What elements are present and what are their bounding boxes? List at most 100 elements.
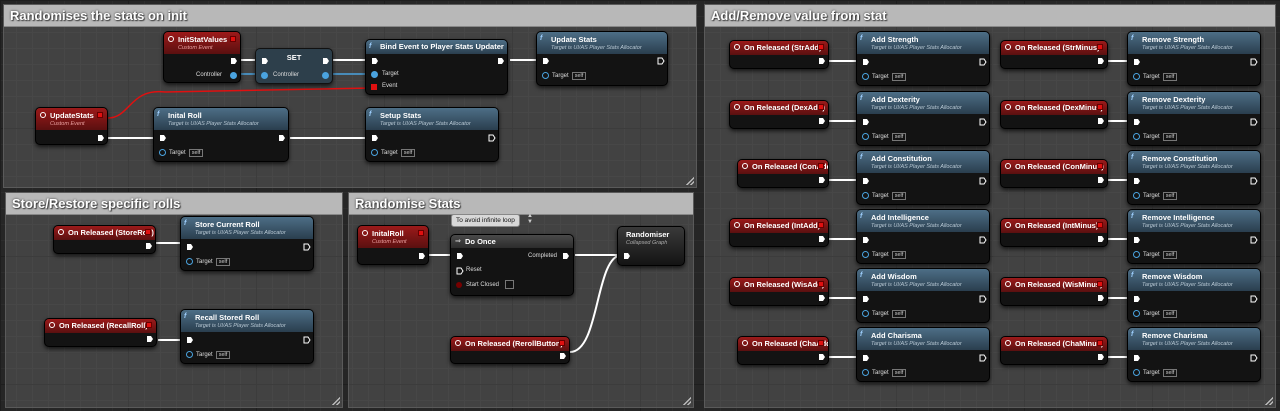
exec-in-pin[interactable] [1133,354,1141,362]
on-released-minus-event[interactable]: On Released (WisMinus) [1000,277,1108,306]
on-released-storeroll-event[interactable]: On Released (StoreRoll) [53,225,156,254]
delegate-pin[interactable] [559,340,565,346]
target-pin[interactable] [371,71,378,78]
target-pin[interactable] [371,149,378,156]
on-released-add-event[interactable]: On Released (StrAdd) [729,40,829,69]
reset-pin[interactable] [456,267,464,275]
target-pin[interactable] [542,72,549,79]
target-pin[interactable] [1133,369,1140,376]
exec-out-pin[interactable] [979,177,987,185]
do-once-node[interactable]: ⇒ Do Once Completed Reset Start Closed [450,234,574,296]
exec-out-pin[interactable] [303,243,311,251]
target-pin[interactable] [186,258,193,265]
delegate-pin[interactable] [1097,163,1103,169]
exec-out-pin[interactable] [818,117,826,125]
exec-out-pin[interactable] [1250,118,1258,126]
exec-in-pin[interactable] [456,252,464,260]
exec-out-pin[interactable] [1250,58,1258,66]
on-released-add-event[interactable]: On Released (ConAdd) [737,159,829,188]
add-stat-fn-node[interactable]: f Add Constitution Target is UI/AS Playe… [856,150,990,205]
exec-out-pin[interactable] [979,295,987,303]
setup-stats-fn-node[interactable]: f Setup Stats Target is UI/AS Player Sta… [365,107,499,162]
exec-in-pin[interactable] [862,58,870,66]
target-pin[interactable] [159,149,166,156]
exec-in-pin[interactable] [371,134,379,142]
exec-in-pin[interactable] [1133,295,1141,303]
exec-out-pin[interactable] [1097,176,1105,184]
set-node[interactable]: SET Controller [255,48,333,84]
delegate-pin[interactable] [1097,222,1103,228]
exec-out-pin[interactable] [145,242,153,250]
exec-in-pin[interactable] [1133,58,1141,66]
target-pin[interactable] [1133,73,1140,80]
remove-stat-fn-node[interactable]: f Remove Strength Target is UI/AS Player… [1127,31,1261,86]
delegate-pin[interactable] [1097,281,1103,287]
randomiser-collapsed-graph[interactable]: Randomiser Collapsed Graph [617,226,685,266]
target-pin[interactable] [1133,133,1140,140]
delegate-pin[interactable] [145,229,151,235]
exec-out-pin[interactable] [418,252,426,260]
on-released-minus-event[interactable]: On Released (StrMinus) [1000,40,1108,69]
add-stat-fn-node[interactable]: f Add Intelligence Target is UI/AS Playe… [856,209,990,264]
target-pin[interactable] [1133,251,1140,258]
on-released-minus-event[interactable]: On Released (IntMinus) [1000,218,1108,247]
exec-out-pin[interactable] [818,235,826,243]
target-pin[interactable] [862,192,869,199]
exec-in-pin[interactable] [862,236,870,244]
exec-in-pin[interactable] [542,57,550,65]
exec-out-pin[interactable] [1097,117,1105,125]
target-pin[interactable] [1133,310,1140,317]
delegate-pin[interactable] [1097,340,1103,346]
controller-out-pin[interactable] [230,72,237,79]
update-stats-fn-node[interactable]: f Update Stats Target is UI/AS Player St… [536,31,668,86]
on-released-add-event[interactable]: On Released (ChaAdd) [737,336,829,365]
exec-out-pin[interactable] [230,57,238,65]
initial-roll-fn-node[interactable]: f Inital Roll Target is UI/AS Player Sta… [153,107,289,162]
exec-in-pin[interactable] [159,134,167,142]
add-stat-fn-node[interactable]: f Add Strength Target is UI/AS Player St… [856,31,990,86]
event-pin[interactable] [371,84,377,90]
delegate-pin[interactable] [230,36,236,42]
delegate-pin[interactable] [818,44,824,50]
exec-out-pin[interactable] [979,236,987,244]
exec-out-pin[interactable] [979,58,987,66]
recall-stored-roll-fn-node[interactable]: f Recall Stored Roll Target is UI/AS Pla… [180,309,314,364]
controller-out-pin[interactable] [322,72,329,79]
remove-stat-fn-node[interactable]: f Remove Constitution Target is UI/AS Pl… [1127,150,1261,205]
exec-in-pin[interactable] [862,118,870,126]
exec-in-pin[interactable] [1133,236,1141,244]
on-released-minus-event[interactable]: On Released (DexMinus) [1000,100,1108,129]
on-released-recallroll-event[interactable]: On Released (RecallRoll) [44,318,157,347]
start-closed-pin[interactable] [456,282,462,288]
exec-out-pin[interactable] [1250,177,1258,185]
exec-out-pin[interactable] [1250,354,1258,362]
controller-in-pin[interactable] [261,72,268,79]
exec-out-pin[interactable] [657,57,665,65]
delegate-pin[interactable] [818,340,824,346]
exec-out-pin[interactable] [146,335,154,343]
delegate-pin[interactable] [818,163,824,169]
exec-out-pin[interactable] [278,134,286,142]
exec-out-pin[interactable] [322,57,330,65]
add-stat-fn-node[interactable]: f Add Dexterity Target is UI/AS Player S… [856,91,990,146]
on-released-add-event[interactable]: On Released (IntAdd) [729,218,829,247]
bubble-pin-icon[interactable]: ▲ ▼ [527,213,533,225]
on-released-add-event[interactable]: On Released (WisAdd) [729,277,829,306]
target-pin[interactable] [862,251,869,258]
bind-event-node[interactable]: f Bind Event to Player Stats Updater Tar… [365,39,508,95]
target-pin[interactable] [862,369,869,376]
add-stat-fn-node[interactable]: f Add Charisma Target is UI/AS Player St… [856,327,990,382]
delegate-pin[interactable] [1097,104,1103,110]
exec-in-pin[interactable] [186,336,194,344]
exec-out-pin[interactable] [818,57,826,65]
exec-out-pin[interactable] [979,118,987,126]
target-pin[interactable] [186,351,193,358]
exec-in-pin[interactable] [862,295,870,303]
exec-out-pin[interactable] [818,176,826,184]
remove-stat-fn-node[interactable]: f Remove Dexterity Target is UI/AS Playe… [1127,91,1261,146]
exec-in-pin[interactable] [261,57,269,65]
start-closed-checkbox[interactable] [505,280,514,289]
exec-in-pin[interactable] [862,177,870,185]
exec-out-pin[interactable] [1097,235,1105,243]
on-released-minus-event[interactable]: On Released (ChaMinus) [1000,336,1108,365]
